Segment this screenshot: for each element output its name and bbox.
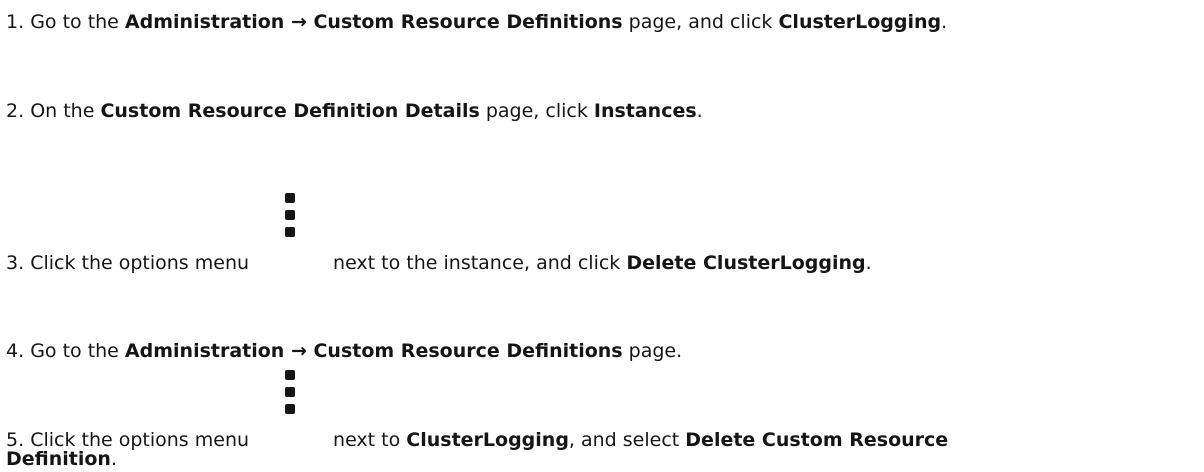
step-text: Click the options menu: [30, 252, 250, 274]
ui-label: ClusterLogging: [406, 429, 569, 451]
step-number: 3.: [6, 252, 25, 274]
step-text: Go to the: [30, 11, 125, 33]
step-text: , and select: [568, 429, 686, 451]
step-text: next to: [333, 429, 407, 451]
action-label: Definition: [6, 448, 111, 470]
step-4: 4. Go to the Administration → Custom Res…: [6, 338, 682, 364]
icon-slot: [249, 193, 333, 269]
ui-label: Delete ClusterLogging: [626, 252, 866, 274]
step-text: next to the instance, and click: [333, 252, 627, 274]
action-label: Delete Custom Resource: [685, 429, 949, 451]
ui-label: ClusterLogging: [778, 11, 942, 33]
step-1: 1. Go to the Administration → Custom Res…: [6, 9, 947, 35]
menu-path: Administration → Custom Resource Definit…: [124, 340, 623, 362]
kebab-options-icon: [285, 370, 296, 422]
step-text: .: [865, 252, 872, 274]
step-2: 2. On the Custom Resource Definition Det…: [6, 98, 703, 124]
step-number: 4.: [6, 340, 25, 362]
menu-path: Administration → Custom Resource Definit…: [124, 11, 623, 33]
step-number: 2.: [6, 100, 25, 122]
icon-slot: [249, 370, 333, 446]
step-text: .: [696, 100, 703, 122]
page-name: Custom Resource Definition Details: [100, 100, 480, 122]
step-5-continuation: Definition.: [6, 446, 117, 472]
step-3: 3. Click the options menu next to the ins…: [6, 193, 872, 276]
step-text: page, and click: [622, 11, 779, 33]
step-text: .: [110, 448, 118, 470]
step-text: On the: [30, 100, 101, 122]
step-5: 5. Click the options menu next to Cluster…: [6, 370, 949, 453]
step-text: page.: [622, 340, 683, 362]
step-text: page, click: [479, 100, 594, 122]
step-text: .: [941, 11, 948, 33]
ui-label: Instances: [593, 100, 697, 122]
kebab-options-icon: [285, 193, 296, 245]
step-number: 1.: [6, 11, 25, 33]
step-text: Go to the: [30, 340, 125, 362]
